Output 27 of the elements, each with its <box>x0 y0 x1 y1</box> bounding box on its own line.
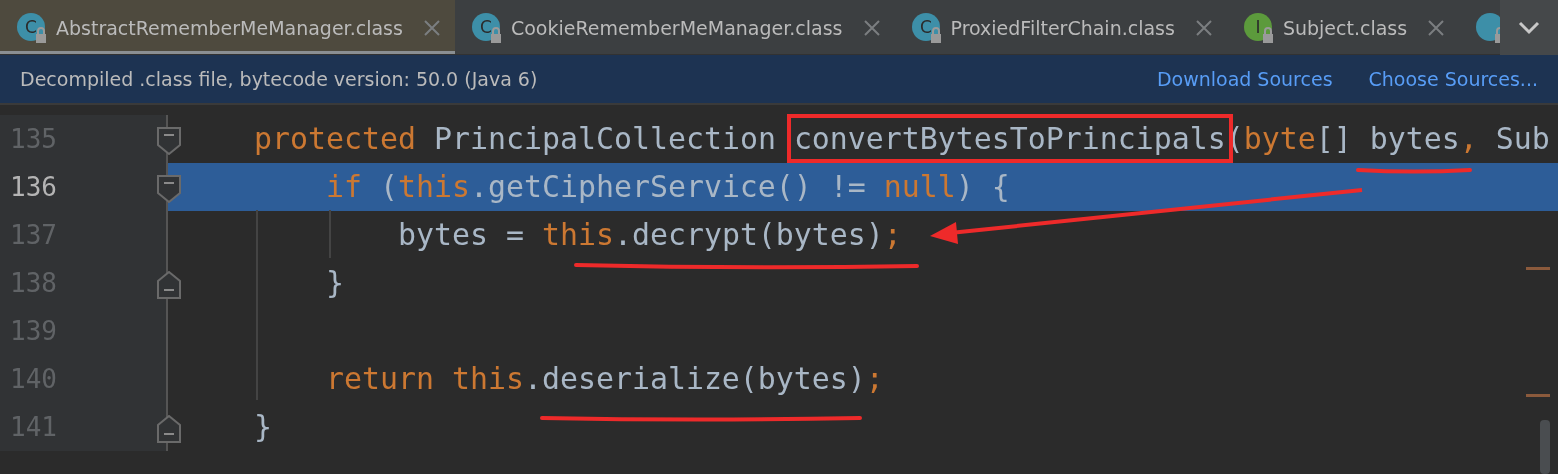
chevron-down-icon <box>1518 20 1540 35</box>
code-line: } <box>252 408 272 446</box>
decompiled-notice: Decompiled .class file, bytecode version: 50.0 (Java 6) <box>20 68 539 90</box>
close-icon[interactable] <box>862 18 881 37</box>
close-icon[interactable] <box>1194 18 1213 37</box>
tab-list-button[interactable] <box>1500 0 1558 55</box>
close-icon[interactable] <box>422 18 441 37</box>
class-file-icon <box>1475 11 1500 44</box>
scrollbar-thumb[interactable] <box>1540 420 1550 474</box>
code-line: bytes = this.decrypt(bytes); <box>396 216 902 254</box>
code-line: return this.deserialize(bytes); <box>324 360 884 398</box>
class-file-icon: C <box>470 11 503 44</box>
editor-tab[interactable]: C AbstractRememberMeManager.class <box>0 0 455 54</box>
code-line: if (this.getCipherService() != null) { <box>324 168 1010 206</box>
code-line: } <box>324 264 344 302</box>
banner-link[interactable]: Download Sources <box>1156 68 1333 90</box>
error-stripe-mark <box>1526 267 1550 270</box>
fold-icon[interactable] <box>157 415 181 443</box>
banner-link[interactable]: Choose Sources... <box>1368 68 1538 90</box>
fold-icon[interactable] <box>157 271 181 299</box>
close-icon[interactable] <box>1427 18 1446 37</box>
interface-file-icon: I <box>1242 11 1275 44</box>
line-number: 136 <box>9 171 57 204</box>
class-file-icon: C <box>910 11 943 44</box>
class-file-icon: C <box>16 11 48 44</box>
error-stripe-mark <box>1526 394 1550 397</box>
fold-icon[interactable] <box>157 127 181 155</box>
